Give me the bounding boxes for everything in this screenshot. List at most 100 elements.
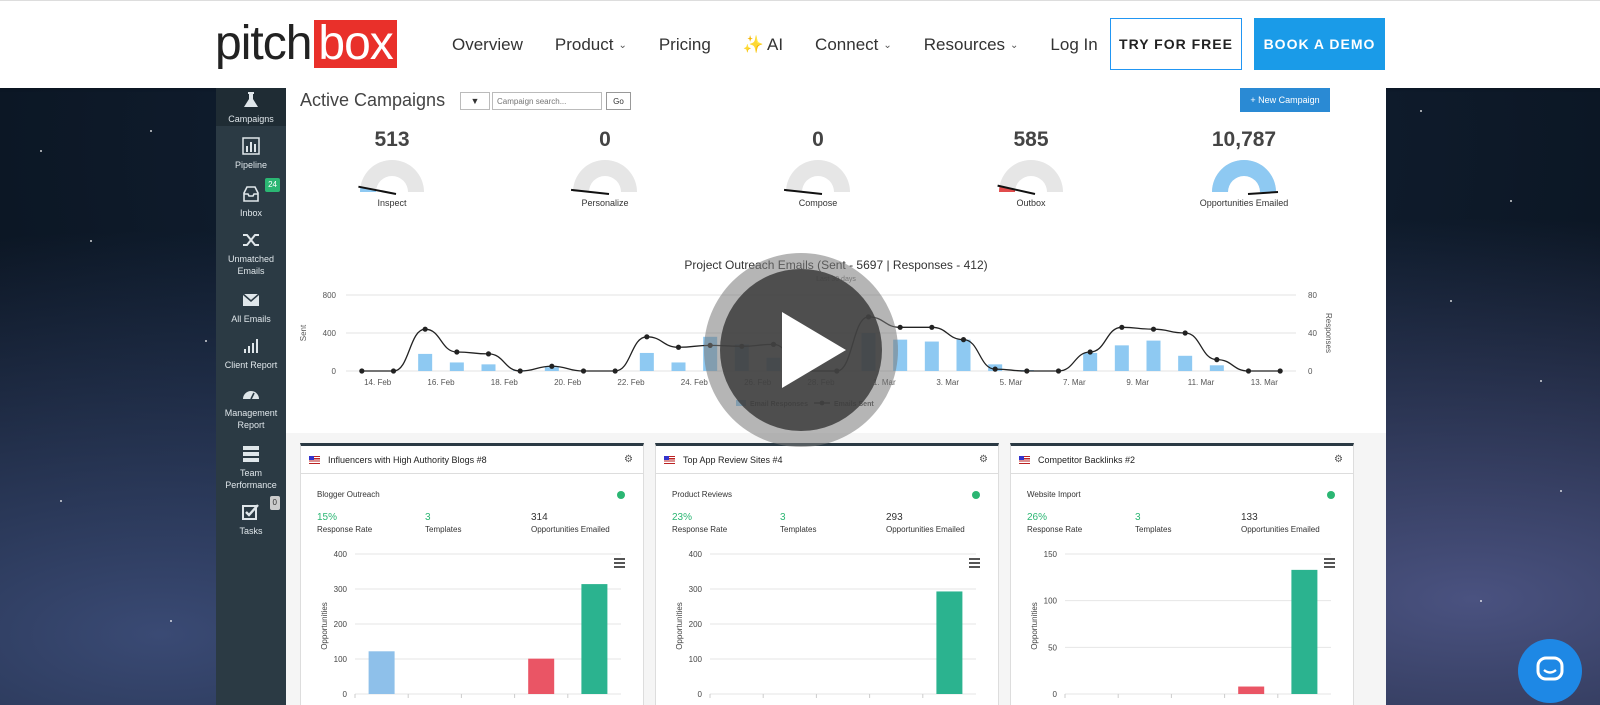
chat-widget-button[interactable] [1518,639,1582,703]
sidebar-label: Client Report [224,360,278,370]
y2-tick-label: 0 [1308,367,1313,376]
pitchbox-logo[interactable]: pitch box [215,19,397,69]
emails-sent-point [549,363,555,369]
stat-opps: 133 Opportunities Emailed [1241,512,1320,536]
stat-label: Response Rate [672,525,728,534]
panel-title[interactable]: Competitor Backlinks #2 [1038,455,1135,465]
y-tick-label: 300 [334,585,348,594]
emails-sent-point [1277,368,1283,374]
emails-sent-point [1150,326,1157,332]
opportunity-bar [1238,686,1265,694]
emails-sent-point [359,368,365,374]
sidebar-label: Tasks [239,526,263,536]
star [1510,200,1512,202]
gear-icon[interactable]: ⚙ [979,454,988,465]
sidebar-item-tasks[interactable]: Tasks 0 [216,496,286,537]
inbox-icon [243,186,259,202]
panel-bar-chart: 0 50 100 150 Opportunities [1030,550,1331,699]
stat-rate: 26% Response Rate [1027,512,1082,536]
sidebar-item-all-emails[interactable]: All Emails [216,290,286,325]
nav-pricing[interactable]: Pricing [659,35,711,55]
gauge-label: Compose [798,198,838,208]
campaign-panel: Competitor Backlinks #2 ⚙ Website Import 26… [1010,443,1354,705]
nav-overview[interactable]: Overview [452,35,523,55]
gauge-value: 10,787 [1211,128,1277,151]
gauge-track [360,160,424,192]
new-campaign-button[interactable]: + New Campaign [1240,88,1330,112]
x-tick-label: 24. Feb [681,378,709,387]
sidebar-item-client-report[interactable]: Client Report [216,336,286,371]
x-tick-label: 11. Mar [1188,378,1215,387]
sidebar-item-management-report[interactable]: Management Report [216,384,286,431]
stat-value: 15% [317,512,338,523]
nav-connect[interactable]: Connect ⌄ [815,35,892,55]
gauge-fill [1212,160,1276,192]
chevron-down-icon: ⌄ [618,39,627,51]
star [60,500,62,502]
star [1480,600,1482,602]
stat-templates: 3 Templates [1135,512,1171,536]
gauge-dial [570,160,637,195]
sidebar-item-team-performance[interactable]: Team Performance [216,444,286,491]
sidebar-item-pipeline[interactable]: Pipeline [216,136,286,171]
stat-rate: 23% Response Rate [672,512,727,536]
star [150,130,152,132]
nav-product[interactable]: Product ⌄ [555,35,627,55]
campaign-panel: Top App Review Sites #4 ⚙ Product Reviews 2… [655,443,999,705]
x-tick-label: 7. Mar [1063,378,1086,387]
filter-dropdown[interactable]: ▼ [460,92,490,110]
stat-label: Response Rate [1027,525,1083,534]
stat-value: 133 [1241,512,1258,523]
gauge-value: 585 [1013,128,1049,151]
nav-resources[interactable]: Resources ⌄ [924,35,1019,55]
sidebar-label: Inbox [239,208,263,218]
envelope-icon [242,293,260,306]
gauge-track [573,160,637,192]
gauge-dial [1212,160,1279,195]
gauge-dial [997,160,1063,195]
gear-icon[interactable]: ⚙ [624,454,633,465]
sidebar-item-campaigns[interactable]: Campaigns [216,88,286,126]
stat-value: 3 [425,512,431,523]
panel-title[interactable]: Top App Review Sites #4 [683,455,783,465]
book-a-demo-button[interactable]: BOOK A DEMO [1254,18,1385,70]
panel-header[interactable]: Competitor Backlinks #2 [1011,446,1353,474]
page-title: Active Campaigns [300,90,446,110]
panel-header[interactable]: Top App Review Sites #4 [656,446,998,474]
site-header: pitch box Overview Product ⌄ Pricing ✨ AI … [0,0,1600,88]
star [40,150,42,152]
sidebar-item-unmatched-emails[interactable]: Unmatched Emails [216,230,286,277]
y2-tick-label: 40 [1308,329,1317,338]
emails-sent-point [580,368,587,374]
try-for-free-button[interactable]: TRY FOR FREE [1110,18,1242,70]
us-flag-icon [664,455,675,464]
gear-icon[interactable]: ⚙ [1334,454,1343,465]
chat-bubble-icon [1536,656,1564,681]
nav-resources-label: Resources [923,35,1006,54]
us-flag-icon [1019,455,1030,464]
chevron-down-icon: ⌄ [883,39,892,51]
panel-title[interactable]: Influencers with High Authority Blogs #8 [328,455,487,465]
go-button[interactable]: Go [606,92,631,110]
x-tick-label: 13. Mar [1251,378,1278,387]
panel-header[interactable]: Influencers with High Authority Blogs #8 [301,446,643,474]
status-dot [617,491,625,499]
nav-login[interactable]: Log In [1050,35,1097,55]
stat-value: 3 [780,512,786,523]
nav-connect-label: Connect [815,35,879,54]
y-tick-label: 100 [1044,597,1058,606]
sparkle-icon: ✨ [742,35,764,54]
response-bar [449,362,464,371]
y2-axis-label: Responses [1324,313,1333,353]
emails-sent-point [1214,357,1220,363]
sidebar-item-inbox[interactable]: Inbox 24 [216,178,286,219]
sidebar-label: All Emails [231,314,271,324]
stat-opps: 314 Opportunities Emailed [531,512,610,536]
panel-bar-chart: 0 100 200 300 400 Opportunities [675,550,976,699]
y-tick-label: 200 [334,620,348,629]
stat-templates: 3 Templates [425,512,461,536]
nav-ai[interactable]: ✨ AI [743,35,783,55]
response-bar [671,362,686,371]
video-play-button[interactable] [704,253,898,447]
campaign-search-input[interactable] [492,92,602,110]
